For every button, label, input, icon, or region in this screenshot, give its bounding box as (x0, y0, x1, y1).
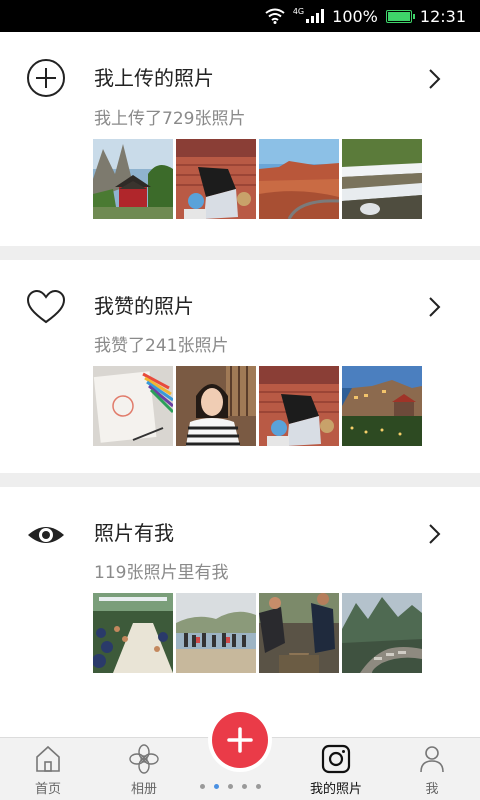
page-dot-active (214, 784, 219, 789)
girl-portrait-photo[interactable] (176, 366, 256, 446)
mountain-stream-photo[interactable] (342, 593, 422, 673)
nav-label: 首页 (34, 782, 61, 797)
chinese-pavilion-photo[interactable] (93, 139, 173, 219)
nav-label: 我 (425, 782, 439, 797)
person-icon (420, 746, 444, 773)
night-resort-photo[interactable] (342, 366, 422, 446)
plus-circle-icon (27, 59, 65, 97)
graffiti-wall-photo[interactable] (259, 366, 339, 446)
sketch-notebook-photo[interactable] (93, 366, 173, 446)
battery-percent: 100% (332, 6, 378, 26)
flower-icon (129, 744, 159, 774)
status-bar: 4G 100% 12:31 (0, 0, 480, 32)
waterfall-photo[interactable] (342, 139, 422, 219)
nav-label: 我的照片 (309, 782, 362, 797)
photo-thumbnails (93, 593, 422, 673)
home-icon (36, 745, 60, 772)
nav-my-photos[interactable]: 我的照片 (300, 738, 372, 800)
photo-thumbnails (93, 366, 422, 446)
nav-me[interactable]: 我 (400, 738, 464, 800)
banquet-hall-photo[interactable] (93, 593, 173, 673)
red-canyon-photo[interactable] (259, 139, 339, 219)
chevron-right-icon[interactable] (424, 522, 444, 546)
liked-photos-section[interactable]: 我赞的照片 我赞了241张照片 (0, 260, 480, 473)
graffiti-wall-photo[interactable] (176, 139, 256, 219)
outdoor-people-photo[interactable] (259, 593, 339, 673)
heart-icon (26, 289, 66, 324)
section-divider (0, 246, 480, 260)
network-type: 4G (292, 7, 305, 16)
page-dot (228, 784, 233, 789)
plus-icon (227, 727, 253, 753)
section-subtitle: 我赞了241张照片 (94, 336, 229, 356)
add-photo-button[interactable] (212, 712, 268, 768)
section-title: 照片有我 (94, 521, 174, 545)
nav-home[interactable]: 首页 (16, 738, 80, 800)
battery-icon (385, 9, 415, 23)
nav-album[interactable]: 相册 (112, 738, 176, 800)
clock: 12:31 (419, 6, 466, 26)
wifi-icon (265, 8, 285, 24)
chevron-right-icon[interactable] (424, 295, 444, 319)
beach-group-photo[interactable] (176, 593, 256, 673)
section-title: 我上传的照片 (94, 66, 214, 90)
section-title: 我赞的照片 (94, 294, 194, 318)
page-dot (200, 784, 205, 789)
page-indicator (200, 784, 261, 789)
instagram-camera-icon (321, 744, 351, 774)
photo-thumbnails (93, 139, 422, 219)
nav-label: 相册 (130, 782, 157, 797)
chevron-right-icon[interactable] (424, 67, 444, 91)
section-subtitle: 119张照片里有我 (94, 563, 229, 583)
uploaded-photos-section[interactable]: 我上传的照片 我上传了729张照片 (0, 32, 480, 246)
page-dot (256, 784, 261, 789)
photos-with-me-section[interactable]: 照片有我 119张照片里有我 (0, 487, 480, 737)
signal-icon (306, 9, 325, 23)
section-subtitle: 我上传了729张照片 (94, 109, 246, 129)
eye-icon (28, 527, 64, 543)
page-dot (242, 784, 247, 789)
section-divider (0, 473, 480, 487)
